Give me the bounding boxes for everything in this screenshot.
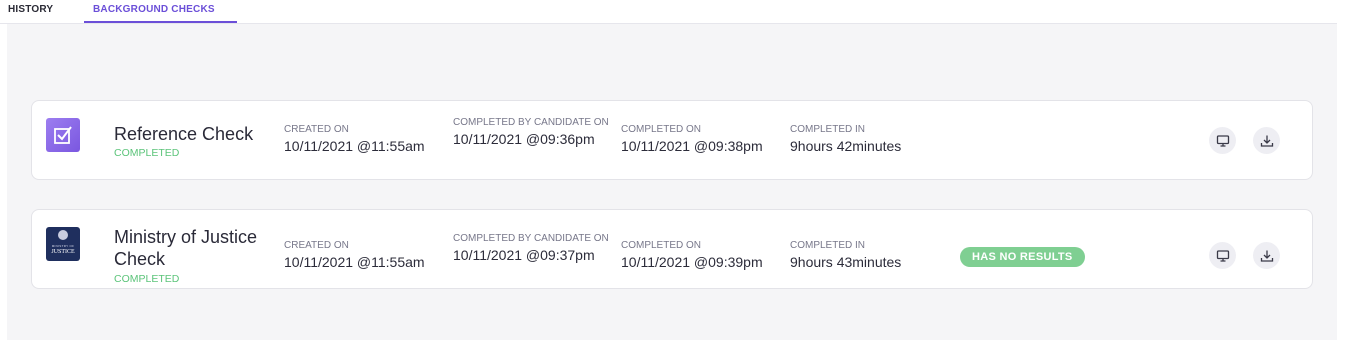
check-title: Ministry of Justice Check [114,227,258,269]
tab-history[interactable]: HISTORY [8,4,53,15]
ministry-of-justice-logo: MINISTRY OF JUSTICE [46,227,80,261]
created-on-value: 10/11/2021 @11:55am [284,254,425,270]
logo-text-big: JUSTICE [51,249,75,255]
created-on-group: CREATED ON 10/11/2021 @11:55am [284,124,425,155]
completed-by-candidate-label: COMPLETED BY CANDIDATE ON [453,233,609,244]
completed-on-group: COMPLETED ON 10/11/2021 @09:39pm [621,240,763,271]
completed-by-candidate-label: COMPLETED BY CANDIDATE ON [453,117,609,128]
completed-on-group: COMPLETED ON 10/11/2021 @09:38pm [621,124,763,155]
download-icon[interactable] [1253,242,1280,269]
completed-by-candidate-group: COMPLETED BY CANDIDATE ON 10/11/2021 @09… [453,233,618,264]
completed-on-value: 10/11/2021 @09:39pm [621,254,763,270]
crest-icon [58,230,68,240]
check-card-reference: Reference Check COMPLETED CREATED ON 10/… [31,100,1313,180]
active-tab-indicator [84,21,237,23]
background-checks-panel: Reference Check COMPLETED CREATED ON 10/… [7,24,1337,340]
check-title: Reference Check [114,124,254,144]
completed-by-candidate-value: 10/11/2021 @09:37pm [453,247,595,263]
completed-in-label: COMPLETED IN [790,240,866,251]
completed-on-label: COMPLETED ON [621,124,702,135]
completed-in-group: COMPLETED IN 9hours 43minutes [790,240,901,271]
created-on-value: 10/11/2021 @11:55am [284,138,425,154]
created-on-label: CREATED ON [284,240,349,251]
checkbox-icon [46,118,80,152]
completed-by-candidate-value: 10/11/2021 @09:36pm [453,131,595,147]
tab-bar: HISTORY BACKGROUND CHECKS [0,0,1337,24]
has-no-results-badge: HAS NO RESULTS [960,247,1085,267]
check-card-ministry-of-justice: MINISTRY OF JUSTICE Ministry of Justice … [31,209,1313,289]
completed-on-label: COMPLETED ON [621,240,702,251]
completed-by-candidate-group: COMPLETED BY CANDIDATE ON 10/11/2021 @09… [453,117,618,148]
created-on-group: CREATED ON 10/11/2021 @11:55am [284,240,425,271]
logo-text-small: MINISTRY OF [51,244,75,248]
completed-in-group: COMPLETED IN 9hours 42minutes [790,124,901,155]
tab-background-checks[interactable]: BACKGROUND CHECKS [93,4,215,15]
monitor-icon[interactable] [1209,242,1236,269]
monitor-icon[interactable] [1209,127,1236,154]
download-icon[interactable] [1253,127,1280,154]
created-on-label: CREATED ON [284,124,349,135]
check-status: COMPLETED [114,273,180,285]
check-status: COMPLETED [114,147,180,159]
completed-on-value: 10/11/2021 @09:38pm [621,138,763,154]
completed-in-value: 9hours 43minutes [790,254,902,270]
completed-in-label: COMPLETED IN [790,124,866,135]
completed-in-value: 9hours 42minutes [790,138,902,154]
